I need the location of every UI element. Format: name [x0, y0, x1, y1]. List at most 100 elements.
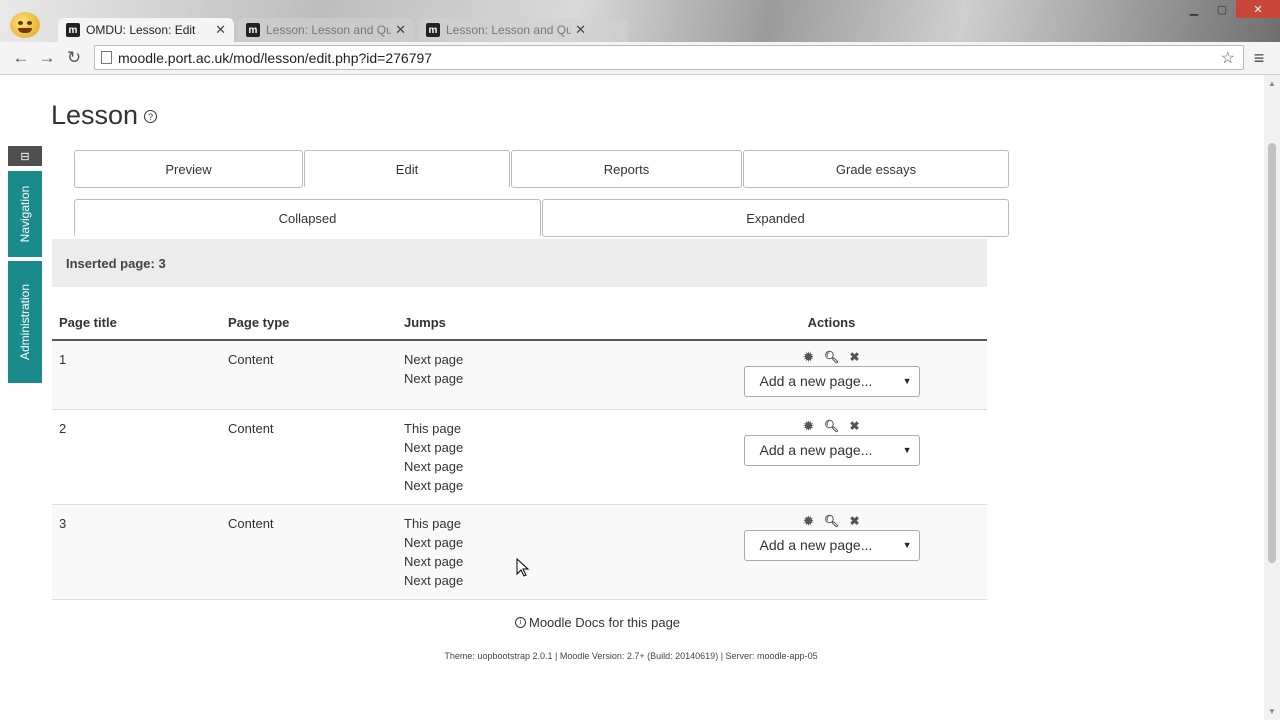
tab-title: Lesson: Lesson and Quiz Demo	[266, 23, 392, 37]
browser-menu-icon[interactable]: ≡	[1248, 47, 1270, 69]
gear-icon[interactable]: ✹	[802, 350, 816, 364]
action-icons: ✹ 🔍︎ ✖	[683, 350, 980, 364]
window-maximize-button[interactable]: ▢	[1208, 0, 1236, 18]
table-row: 2 Content This page Next page Next page …	[52, 409, 987, 505]
help-icon[interactable]: ?	[144, 110, 157, 123]
forward-arrow-icon[interactable]: →	[36, 47, 58, 69]
page-type-cell: Content	[221, 504, 397, 600]
preview-magnifier-icon[interactable]: 🔍︎	[824, 350, 839, 364]
header-jumps: Jumps	[397, 310, 676, 341]
add-new-page-label: Add a new page...	[759, 537, 873, 553]
page-title: Lesson	[51, 100, 139, 130]
jumps-cell: This page Next page Next page Next page	[397, 409, 676, 505]
new-tab-button[interactable]	[598, 18, 628, 42]
mouse-cursor-icon	[516, 558, 530, 577]
jump-item: This page	[404, 516, 462, 531]
jump-item: Next page	[404, 459, 464, 474]
page-type-cell: Content	[221, 409, 397, 505]
table-row: 3 Content This page Next page Next page …	[52, 504, 987, 600]
moodle-favicon-icon: m	[246, 23, 260, 37]
moodle-favicon-icon: m	[426, 23, 440, 37]
page-icon	[101, 51, 112, 64]
back-arrow-icon[interactable]: ←	[10, 47, 32, 69]
browser-titlebar: m OMDU: Lesson: Edit ✕ m Lesson: Lesson …	[0, 0, 1280, 42]
jumps-cell: Next page Next page	[397, 340, 676, 410]
add-new-page-label: Add a new page...	[759, 442, 873, 458]
dock-navigation-tab[interactable]: Navigation	[8, 171, 42, 257]
window-minimize-button[interactable]: ▁	[1180, 0, 1208, 18]
gear-icon[interactable]: ✹	[802, 514, 816, 528]
url-text[interactable]: moodle.port.ac.uk/mod/lesson/edit.php?id…	[118, 50, 432, 66]
bookmark-star-icon[interactable]: ☆	[1221, 48, 1235, 68]
page-title-cell[interactable]: 3	[52, 504, 221, 600]
avatar-eye	[18, 21, 23, 25]
delete-icon[interactable]: ✖	[848, 350, 862, 364]
page-title-cell[interactable]: 2	[52, 409, 221, 505]
table-header-row: Page title Page type Jumps Actions	[52, 310, 987, 341]
jump-item: Next page	[404, 478, 464, 493]
dock-administration-label: Administration	[18, 283, 32, 361]
jump-item: Next page	[404, 440, 464, 455]
add-new-page-select[interactable]: Add a new page... ▼	[743, 366, 920, 397]
header-page-type: Page type	[221, 310, 397, 341]
header-actions: Actions	[676, 310, 987, 341]
delete-icon[interactable]: ✖	[848, 419, 862, 433]
tab-close-icon[interactable]: ✕	[215, 22, 226, 38]
jumps-cell: This page Next page Next page Next page	[397, 504, 676, 600]
jump-item: Next page	[404, 573, 464, 588]
moodle-favicon-icon: m	[66, 23, 80, 37]
jump-item: This page	[404, 421, 462, 436]
preview-magnifier-icon[interactable]: 🔍︎	[824, 514, 839, 528]
window-close-button[interactable]: ✕	[1236, 0, 1280, 18]
dock-administration-tab[interactable]: Administration	[8, 261, 42, 383]
jump-item: Next page	[404, 352, 464, 367]
tab-close-icon[interactable]: ✕	[395, 22, 406, 38]
add-new-page-select[interactable]: Add a new page... ▼	[743, 435, 920, 466]
tab-title: OMDU: Lesson: Edit	[86, 23, 196, 37]
gear-icon[interactable]: ✹	[802, 419, 816, 433]
tab-preview[interactable]: Preview	[74, 150, 303, 188]
address-bar[interactable]: moodle.port.ac.uk/mod/lesson/edit.php?id…	[94, 45, 1244, 70]
page-type-cell: Content	[221, 340, 397, 410]
tab-close-icon[interactable]: ✕	[575, 22, 586, 38]
tab-grade-essays[interactable]: Grade essays	[743, 150, 1009, 188]
scroll-down-icon[interactable]: ▼	[1268, 707, 1276, 716]
table-row: 1 Content Next page Next page ✹ 🔍︎ ✖ Add…	[52, 340, 987, 410]
scroll-up-icon[interactable]: ▲	[1268, 79, 1276, 88]
action-icons: ✹ 🔍︎ ✖	[683, 419, 980, 433]
jump-item: Next page	[404, 535, 464, 550]
profile-avatar-icon[interactable]	[10, 12, 40, 38]
tab-collapsed[interactable]: Collapsed	[74, 199, 541, 237]
browser-tab-active[interactable]: m OMDU: Lesson: Edit ✕	[58, 18, 234, 42]
chevron-down-icon: ▼	[902, 540, 912, 550]
jump-item: Next page	[404, 371, 464, 386]
moodle-docs-label[interactable]: Moodle Docs for this page	[529, 615, 680, 630]
actions-cell: ✹ 🔍︎ ✖ Add a new page... ▼	[676, 504, 987, 600]
page-title-cell[interactable]: 1	[52, 340, 221, 410]
tab-title: Lesson: Lesson and Quiz Demo	[446, 23, 572, 37]
avatar-eye	[27, 21, 32, 25]
tab-reports[interactable]: Reports	[511, 150, 742, 188]
footer-info: Theme: uopbootstrap 2.0.1 | Moodle Versi…	[444, 651, 818, 661]
add-new-page-select[interactable]: Add a new page... ▼	[743, 530, 920, 561]
avatar-mouth	[18, 28, 32, 33]
header-page-title: Page title	[52, 310, 221, 341]
reload-icon[interactable]: ↻	[63, 47, 85, 69]
preview-magnifier-icon[interactable]: 🔍︎	[824, 419, 839, 433]
pages-table: Page title Page type Jumps Actions 1 Con…	[52, 310, 987, 600]
chevron-down-icon: ▼	[902, 445, 912, 455]
page-scrollbar[interactable]: ▲ ▼	[1264, 75, 1280, 720]
chevron-down-icon: ▼	[902, 376, 912, 386]
page-viewport: ⊟ Navigation Administration Lesson ? Pre…	[0, 75, 1280, 720]
browser-tab[interactable]: m Lesson: Lesson and Quiz Demo ✕	[418, 18, 594, 42]
add-new-page-label: Add a new page...	[759, 373, 873, 389]
tab-edit[interactable]: Edit	[304, 150, 510, 188]
dock-navigation-label: Navigation	[18, 185, 32, 243]
scrollbar-thumb[interactable]	[1268, 143, 1276, 563]
dock-toggle-button[interactable]: ⊟	[8, 146, 42, 166]
delete-icon[interactable]: ✖	[848, 514, 862, 528]
moodle-docs-link[interactable]: i Moodle Docs for this page	[515, 615, 680, 630]
tab-expanded[interactable]: Expanded	[542, 199, 1009, 237]
browser-tab[interactable]: m Lesson: Lesson and Quiz Demo ✕	[238, 18, 414, 42]
browser-toolbar: ← → ↻ moodle.port.ac.uk/mod/lesson/edit.…	[0, 42, 1280, 75]
